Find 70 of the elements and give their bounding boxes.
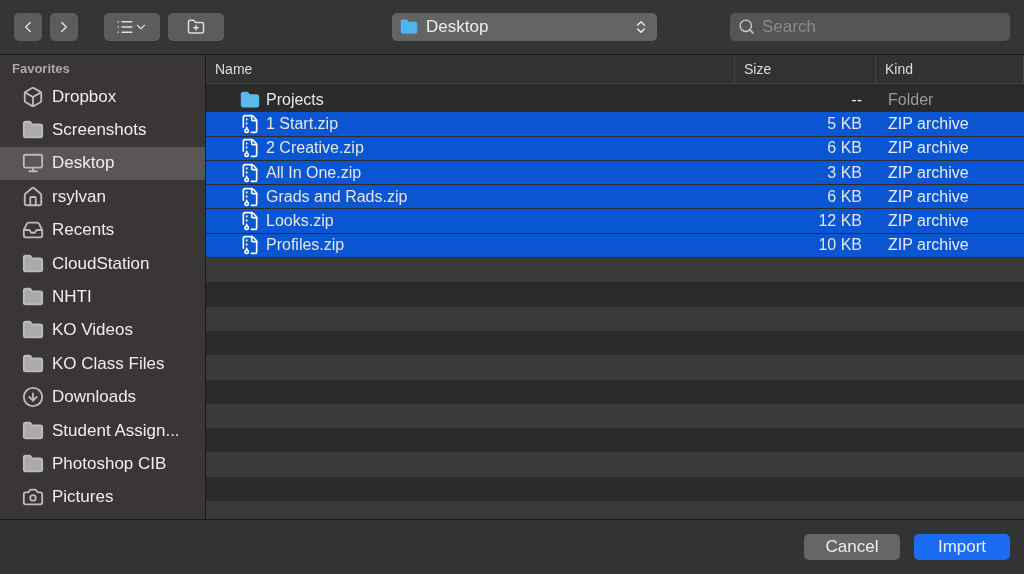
zip-file-icon — [240, 113, 260, 134]
sidebar-heading: Favorites — [11, 61, 71, 78]
file-row[interactable]: Looks.zip 12 KB ZIP archive — [206, 209, 1024, 233]
folder-icon — [240, 89, 260, 110]
sidebar-item[interactable]: Recents — [0, 213, 205, 247]
file-size: 5 KB — [826, 114, 863, 133]
sidebar-item[interactable]: Downloads — [0, 380, 205, 414]
zip-file-icon — [240, 138, 260, 159]
file-name: All In One.zip — [266, 163, 362, 182]
forward-button[interactable] — [50, 13, 78, 41]
zip-file-icon — [240, 211, 260, 232]
file-row[interactable]: 2 Creative.zip 6 KB ZIP archive — [206, 136, 1024, 160]
column-header[interactable]: Name — [206, 55, 735, 83]
zip-file-icon — [240, 162, 260, 183]
new-folder-button[interactable] — [168, 13, 224, 41]
file-kind: ZIP archive — [887, 187, 970, 206]
file-kind: ZIP archive — [887, 163, 970, 182]
zip-file-icon — [240, 235, 260, 256]
file-row[interactable]: All In One.zip 3 KB ZIP archive — [206, 160, 1024, 185]
file-name: 2 Creative.zip — [266, 139, 364, 158]
file-name: Projects — [266, 90, 324, 109]
file-size: 6 KB — [826, 187, 863, 206]
folder-icon — [22, 453, 44, 475]
view-options-button[interactable] — [104, 13, 160, 41]
file-kind: ZIP archive — [887, 236, 970, 255]
sidebar-item[interactable]: Student Assign... — [0, 413, 205, 448]
zip-file-icon — [240, 186, 260, 207]
column-header[interactable]: Kind — [876, 55, 1024, 83]
file-kind: Folder — [887, 90, 935, 109]
folder-icon — [400, 18, 418, 36]
file-row[interactable]: Grads and Rads.zip 6 KB ZIP archive — [206, 185, 1024, 209]
folder-icon — [22, 252, 44, 275]
box-icon — [22, 85, 44, 108]
sidebar-item[interactable]: NHTI — [0, 280, 205, 314]
file-size: 6 KB — [826, 139, 863, 158]
file-size: -- — [850, 90, 863, 109]
sidebar-item[interactable]: CloudStation — [0, 246, 205, 281]
list-icon — [116, 18, 134, 36]
file-size: 3 KB — [826, 163, 863, 182]
file-row[interactable]: 1 Start.zip 5 KB ZIP archive — [206, 112, 1024, 136]
sidebar-item[interactable]: Pictures — [0, 480, 205, 515]
file-kind: ZIP archive — [887, 139, 970, 158]
location-popup[interactable]: Desktop — [392, 13, 657, 41]
file-size: 10 KB — [817, 236, 863, 255]
folder-icon — [22, 352, 44, 375]
file-kind: ZIP archive — [887, 114, 970, 133]
sidebar-item[interactable]: Desktop — [0, 146, 205, 181]
folder-icon — [22, 419, 44, 442]
monitor-icon — [22, 152, 44, 175]
sidebar-item[interactable]: KO Videos — [0, 313, 205, 348]
column-header[interactable]: Size — [735, 55, 876, 83]
house-icon — [22, 185, 44, 208]
file-name: 1 Start.zip — [266, 114, 339, 133]
sidebar-item[interactable]: KO Class Files — [0, 347, 205, 381]
search-icon — [738, 18, 755, 35]
sidebar-item[interactable]: Photoshop CIB — [0, 447, 205, 481]
file-name: Profiles.zip — [266, 236, 345, 255]
sidebar-item[interactable]: Dropbox — [0, 80, 205, 114]
file-kind: ZIP archive — [887, 212, 970, 231]
file-name: Grads and Rads.zip — [266, 187, 408, 206]
sidebar-item[interactable]: rsylvan — [0, 180, 205, 214]
file-size: 12 KB — [817, 212, 863, 231]
folder-plus-icon — [187, 18, 205, 36]
back-button[interactable] — [14, 13, 42, 41]
import-button[interactable]: Import — [914, 534, 1010, 560]
cancel-button[interactable]: Cancel — [804, 534, 900, 560]
sidebar-item[interactable]: Screenshots — [0, 113, 205, 147]
file-row[interactable]: Profiles.zip 10 KB ZIP archive — [206, 233, 1024, 258]
file-name: Looks.zip — [266, 212, 334, 231]
download-icon — [22, 386, 44, 409]
